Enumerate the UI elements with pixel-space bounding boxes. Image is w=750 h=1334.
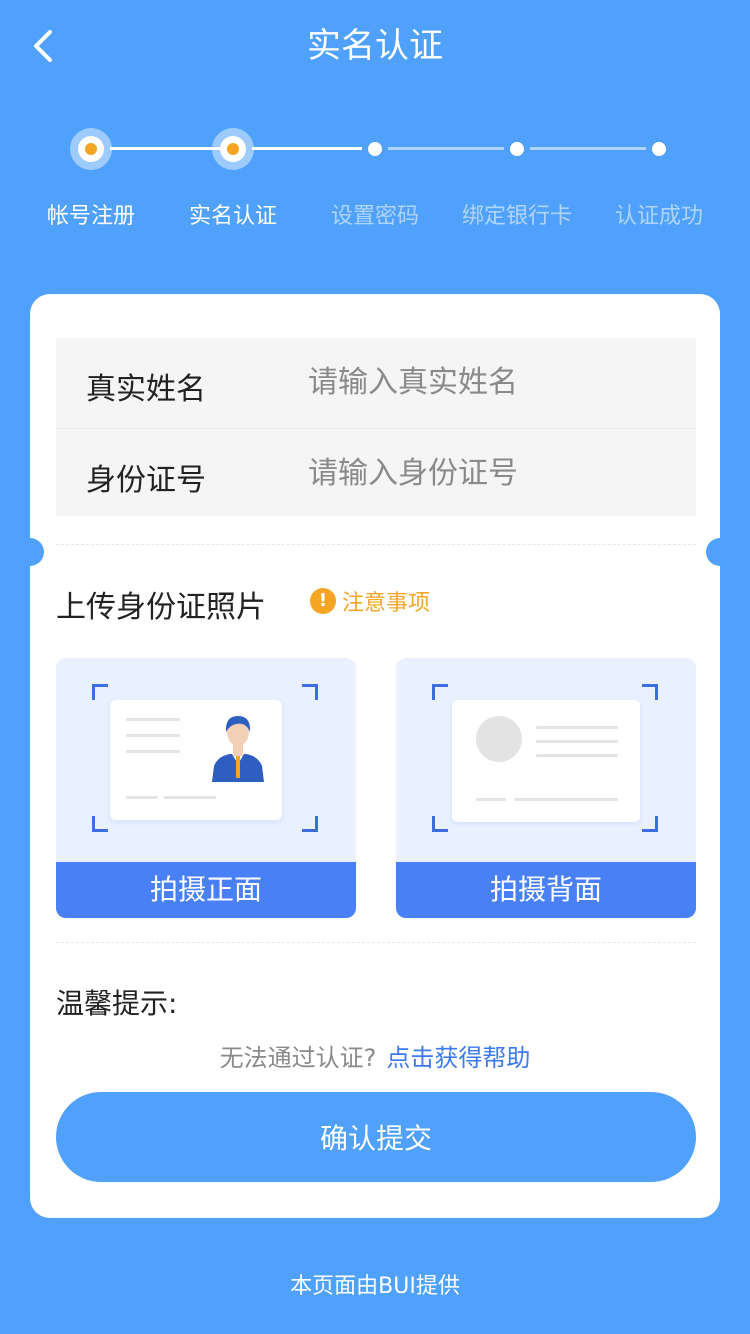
person-avatar-icon: [212, 716, 264, 782]
capture-front-label: 拍摄正面: [56, 862, 356, 918]
notice-label: 注意事项: [342, 591, 431, 616]
step-dot-3: [368, 142, 382, 156]
frame-corner: [302, 816, 318, 832]
step-dot-5: [652, 142, 666, 156]
header: 实名认证: [0, 0, 750, 96]
frame-corner: [302, 684, 318, 700]
step-track-3: [388, 147, 504, 150]
divider-bottom: [56, 942, 696, 943]
step-label-password: 设置密码: [330, 204, 419, 229]
divider-top: [56, 544, 696, 545]
step-dot-4: [510, 142, 524, 156]
identity-form: 真实姓名 身份证号: [56, 338, 696, 516]
verification-card: 真实姓名 身份证号 上传身份证照片 ! 注意事项: [16, 294, 734, 1218]
step-track-1: [110, 147, 220, 150]
name-row: 真实姓名: [56, 338, 696, 427]
step-dot-2: [212, 128, 254, 170]
step-label-success: 认证成功: [614, 204, 703, 229]
frame-corner: [432, 816, 448, 832]
id-card-front-illustration: [110, 700, 282, 820]
name-label: 真实姓名: [86, 372, 206, 407]
id-row: 身份证号: [56, 428, 696, 517]
capture-back-label: 拍摄背面: [396, 862, 696, 918]
frame-corner: [642, 684, 658, 700]
right-notch: [706, 538, 734, 566]
help-link[interactable]: 点击获得帮助: [386, 1044, 530, 1072]
capture-back-button[interactable]: 拍摄背面: [396, 658, 696, 918]
step-label-account: 帐号注册: [46, 204, 135, 229]
notice-link[interactable]: ! 注意事项: [310, 587, 431, 616]
help-question: 无法通过认证?: [219, 1044, 377, 1072]
exclamation-circle-icon: !: [310, 588, 336, 614]
upload-title: 上传身份证照片: [56, 590, 266, 625]
step-dot-1: [70, 128, 112, 170]
left-notch: [16, 538, 44, 566]
id-label: 身份证号: [86, 463, 206, 498]
step-label-bankcard: 绑定银行卡: [461, 204, 572, 229]
frame-corner: [642, 816, 658, 832]
capture-front-button[interactable]: 拍摄正面: [56, 658, 356, 918]
step-track-2: [252, 147, 362, 150]
name-input[interactable]: [308, 356, 668, 408]
frame-corner: [92, 816, 108, 832]
step-track-4: [530, 147, 646, 150]
emblem-circle-icon: [476, 716, 522, 762]
frame-corner: [432, 684, 448, 700]
page-title: 实名认证: [307, 26, 443, 66]
footer-text: 本页面由BUI提供: [290, 1274, 460, 1299]
submit-button[interactable]: 确认提交: [56, 1092, 696, 1182]
help-line: 无法通过认证? 点击获得帮助: [30, 1038, 720, 1073]
tips-title: 温馨提示:: [56, 987, 178, 1020]
id-card-back-illustration: [452, 700, 640, 822]
step-label-realname: 实名认证: [188, 204, 277, 229]
frame-corner: [92, 684, 108, 700]
id-number-input[interactable]: [308, 447, 668, 499]
